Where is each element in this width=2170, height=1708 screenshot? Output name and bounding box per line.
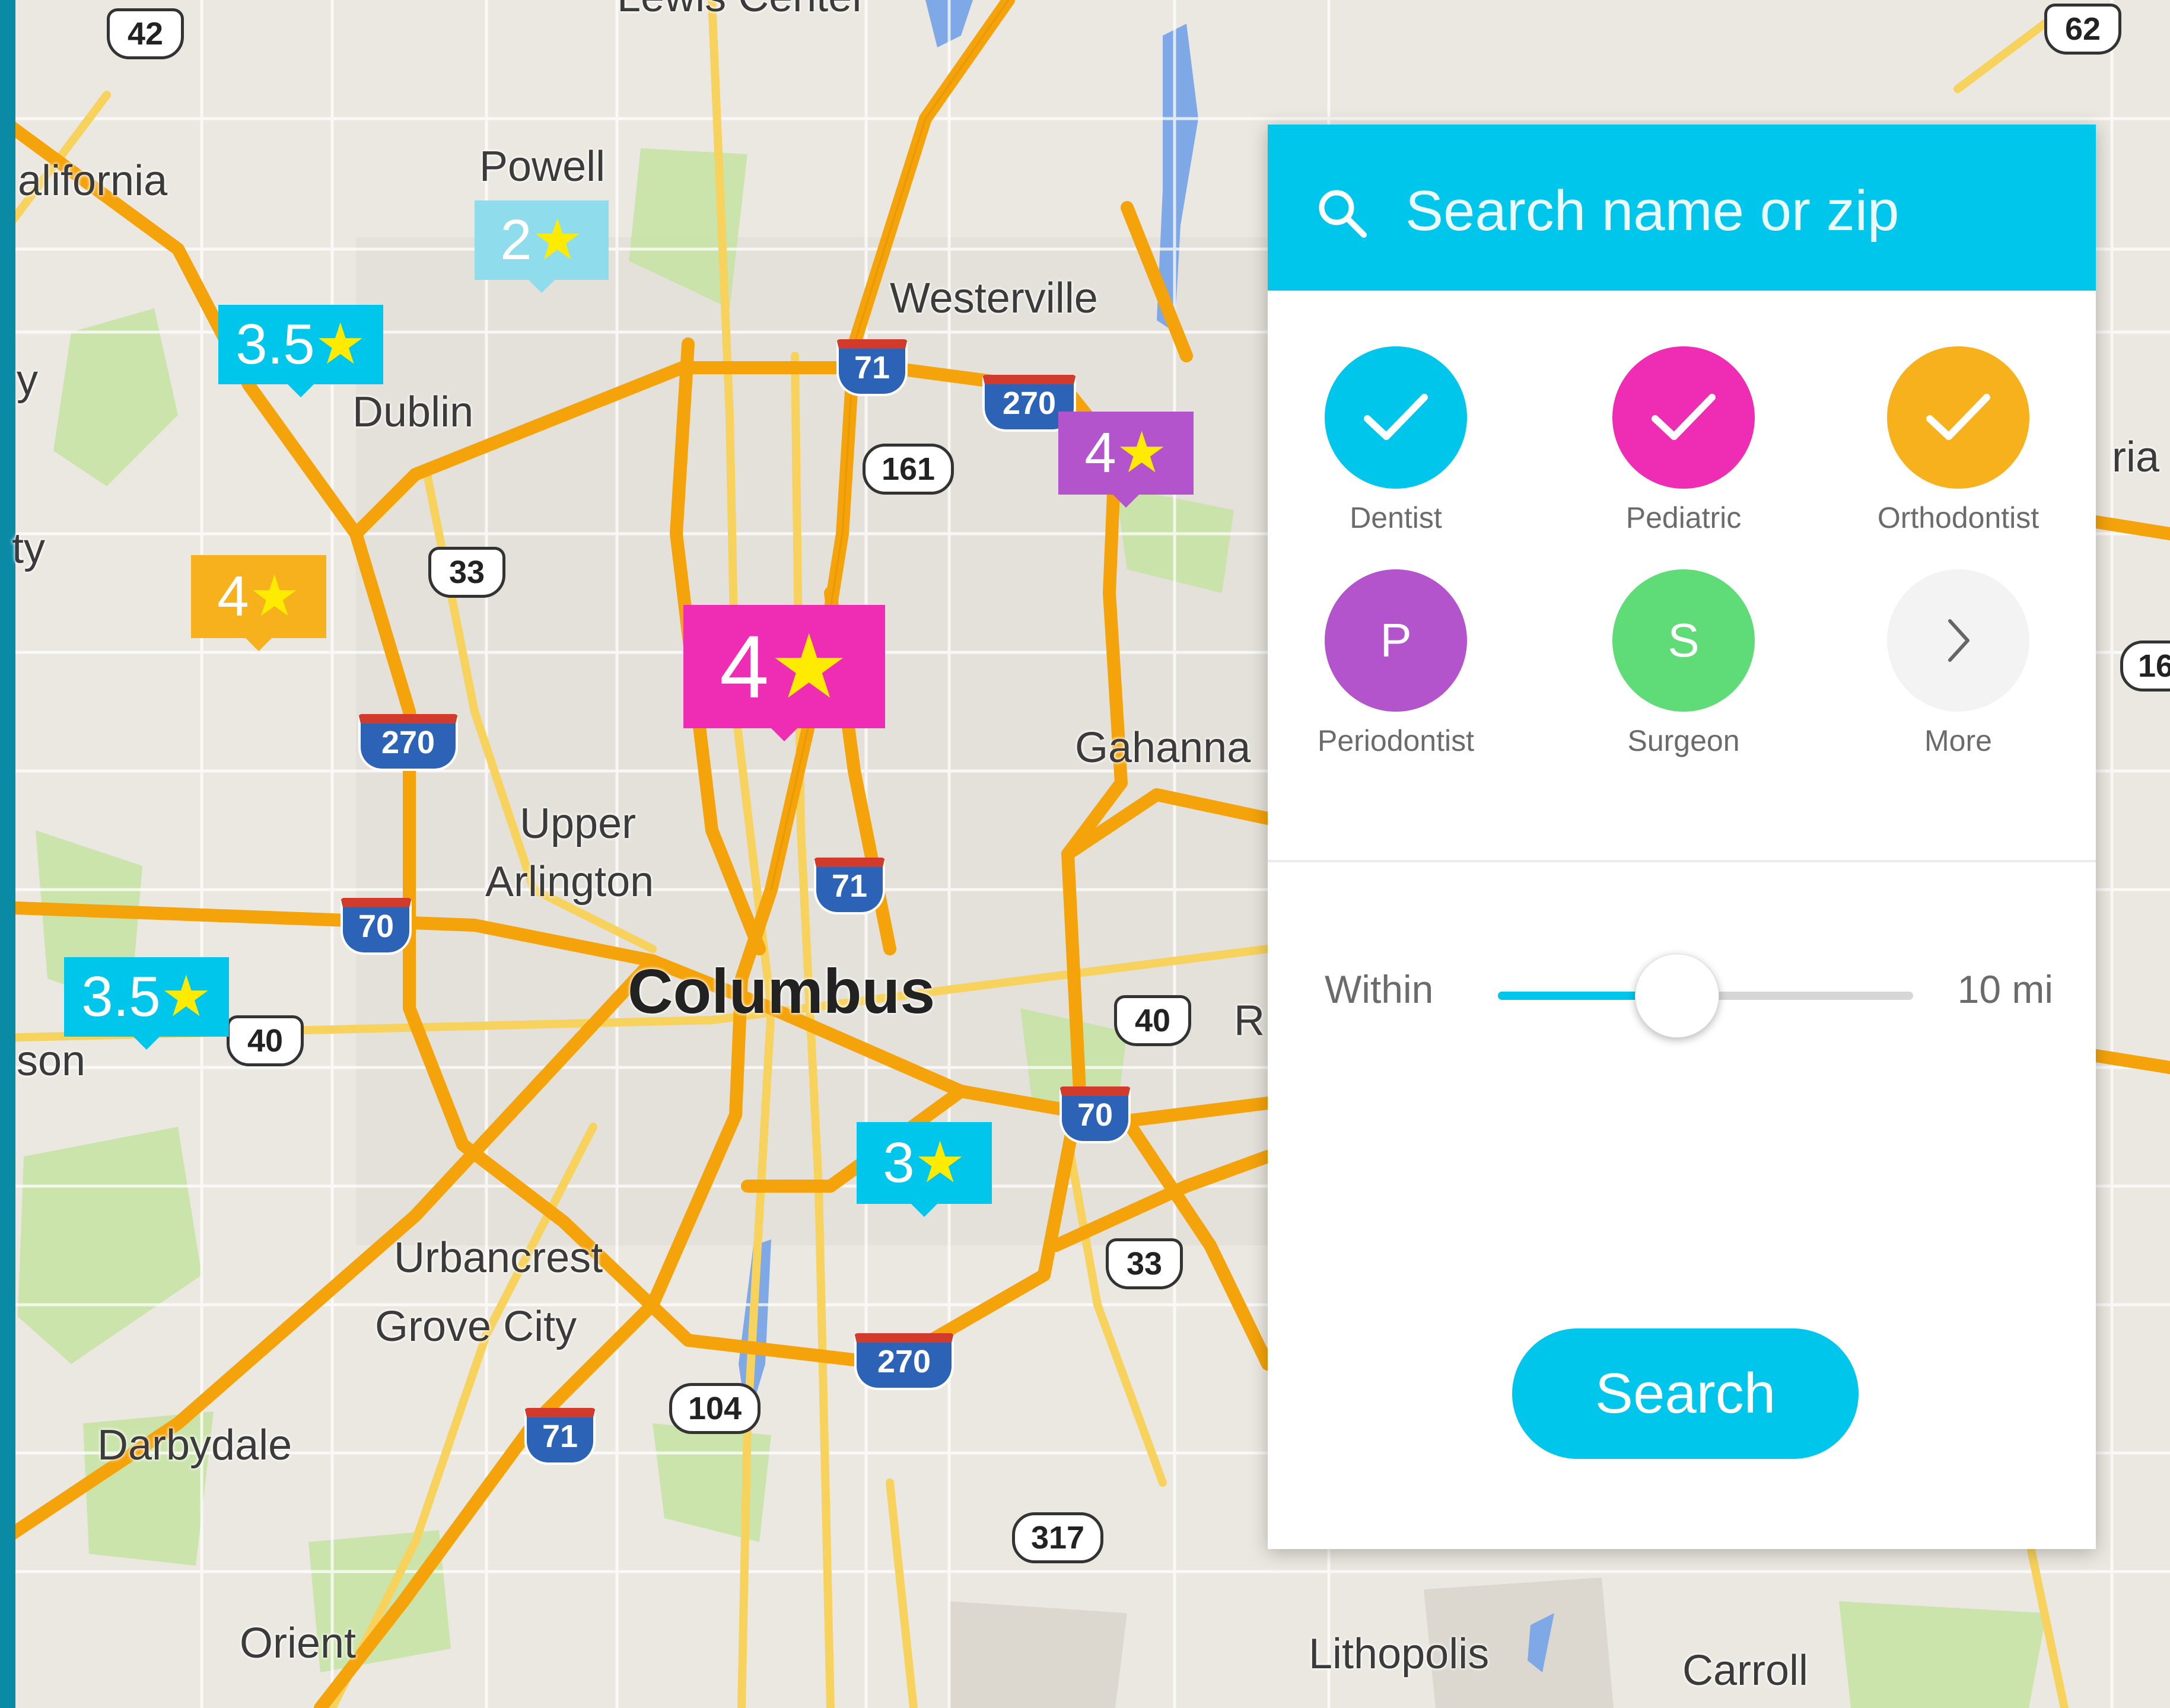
category-dentist[interactable]: Dentist: [1301, 346, 1491, 535]
route-shield-i71-central: 71: [814, 858, 885, 914]
place-columbus: Columbus: [628, 957, 936, 1027]
rating-marker[interactable]: 3.5★: [64, 957, 229, 1050]
periodontist-letter: P: [1380, 614, 1412, 667]
place-upper: Upper: [520, 800, 637, 847]
distance-slider-thumb[interactable]: [1635, 954, 1719, 1038]
rating-value: 4: [1084, 421, 1116, 485]
star-icon: ★: [914, 1131, 966, 1194]
surgeon-letter: S: [1668, 614, 1700, 667]
place-california-partial: alifornia: [18, 157, 168, 205]
rating-marker[interactable]: 2★: [475, 200, 609, 293]
route-shield-i71-south: 71: [524, 1408, 596, 1465]
route-shield-i270-west: 270: [358, 714, 458, 771]
star-icon: ★: [1116, 421, 1167, 485]
place-arlington: Arlington: [485, 858, 654, 906]
rating-value: 3: [883, 1131, 915, 1194]
place-darbydale: Darbydale: [97, 1422, 292, 1469]
place-dublin: Dublin: [352, 388, 474, 436]
star-icon: ★: [249, 565, 300, 628]
place-lewis-center: Lewis Center: [617, 0, 866, 21]
search-icon: [1319, 190, 1367, 238]
search-input[interactable]: [1404, 172, 2059, 250]
category-dentist-label: Dentist: [1350, 501, 1442, 534]
place-carroll: Carroll: [1682, 1647, 1809, 1694]
place-son-partial: son: [17, 1037, 86, 1085]
category-surgeon-toggle[interactable]: S: [1612, 569, 1755, 712]
place-westerville: Westerville: [890, 275, 1098, 322]
route-shield-us62: 62: [2044, 4, 2121, 55]
category-pediatric-label: Pediatric: [1625, 501, 1742, 534]
star-icon: ★: [769, 617, 849, 716]
rating-marker-featured[interactable]: 4★: [683, 605, 885, 741]
place-grove-city: Grove City: [375, 1303, 577, 1350]
place-lithopolis: Lithopolis: [1309, 1630, 1490, 1678]
rating-marker[interactable]: 4★: [1058, 412, 1194, 508]
route-shield-sr317: 317: [1012, 1512, 1103, 1563]
category-orthodontist-toggle[interactable]: [1887, 346, 2029, 489]
distance-value: 10 mi: [1957, 967, 2053, 1011]
category-periodontist[interactable]: P Periodontist: [1301, 569, 1491, 758]
search-bar: [1268, 125, 2096, 291]
rating-marker[interactable]: 4★: [191, 555, 326, 651]
place-urbancrest: Urbancrest: [394, 1234, 603, 1282]
category-orthodontist-label: Orthodontist: [1877, 501, 2039, 534]
route-shield-i270-south: 270: [854, 1333, 954, 1390]
check-icon: [1926, 394, 1990, 440]
check-icon: [1364, 394, 1428, 440]
route-shield-sr104: 104: [669, 1383, 761, 1434]
route-shield-us33-west: 33: [428, 547, 505, 598]
place-r-partial: R: [1234, 997, 1265, 1044]
category-surgeon-label: Surgeon: [1627, 724, 1740, 757]
distance-label: Within: [1325, 967, 1434, 1011]
category-periodontist-toggle[interactable]: P: [1325, 569, 1467, 712]
chevron-right-icon: [1948, 619, 1969, 662]
rating-value: 2: [500, 208, 532, 272]
route-shield-partial-16: 16: [2120, 640, 2170, 692]
search-panel: Dentist Pediatric Orthodontist P Periodo…: [1268, 125, 2096, 1549]
category-pediatric[interactable]: Pediatric: [1589, 346, 1778, 535]
route-shield-sr161: 161: [863, 444, 954, 495]
category-more-label: More: [1924, 724, 1992, 757]
route-shield-i71-north: 71: [836, 339, 908, 396]
left-edge-stripe: [0, 0, 15, 1708]
place-y-partial-1: y: [17, 356, 38, 404]
rating-marker[interactable]: 3.5★: [218, 305, 383, 397]
category-periodontist-label: Periodontist: [1317, 724, 1475, 757]
category-more-toggle[interactable]: [1887, 569, 2029, 712]
place-powell: Powell: [479, 143, 606, 190]
divider: [1268, 860, 2096, 862]
rating-value: 3.5: [236, 313, 315, 376]
route-shield-i70-west: 70: [341, 898, 412, 955]
category-surgeon[interactable]: S Surgeon: [1589, 569, 1778, 758]
place-orient: Orient: [240, 1620, 357, 1667]
route-shield-us42: 42: [107, 8, 184, 59]
route-shield-us40-east: 40: [1114, 995, 1191, 1046]
route-shield-i70-east: 70: [1059, 1086, 1131, 1143]
route-shield-us40-west: 40: [227, 1015, 304, 1066]
rating-marker[interactable]: 3★: [857, 1122, 992, 1217]
check-icon: [1652, 394, 1716, 440]
place-right-partial: ria: [2112, 434, 2160, 481]
category-dentist-toggle[interactable]: [1325, 346, 1467, 489]
star-icon: ★: [532, 208, 583, 272]
rating-value: 4: [217, 565, 249, 628]
star-icon: ★: [160, 965, 212, 1028]
place-gahanna: Gahanna: [1075, 724, 1251, 772]
route-shield-us33-east: 33: [1106, 1238, 1183, 1289]
category-more[interactable]: More: [1863, 569, 2053, 758]
category-orthodontist[interactable]: Orthodontist: [1863, 346, 2053, 535]
place-y-partial-2: ty: [12, 525, 46, 572]
rating-value: 4: [720, 617, 769, 716]
search-button[interactable]: Search: [1512, 1328, 1859, 1459]
category-pediatric-toggle[interactable]: [1612, 346, 1755, 489]
rating-value: 3.5: [81, 965, 161, 1028]
star-icon: ★: [314, 313, 366, 376]
